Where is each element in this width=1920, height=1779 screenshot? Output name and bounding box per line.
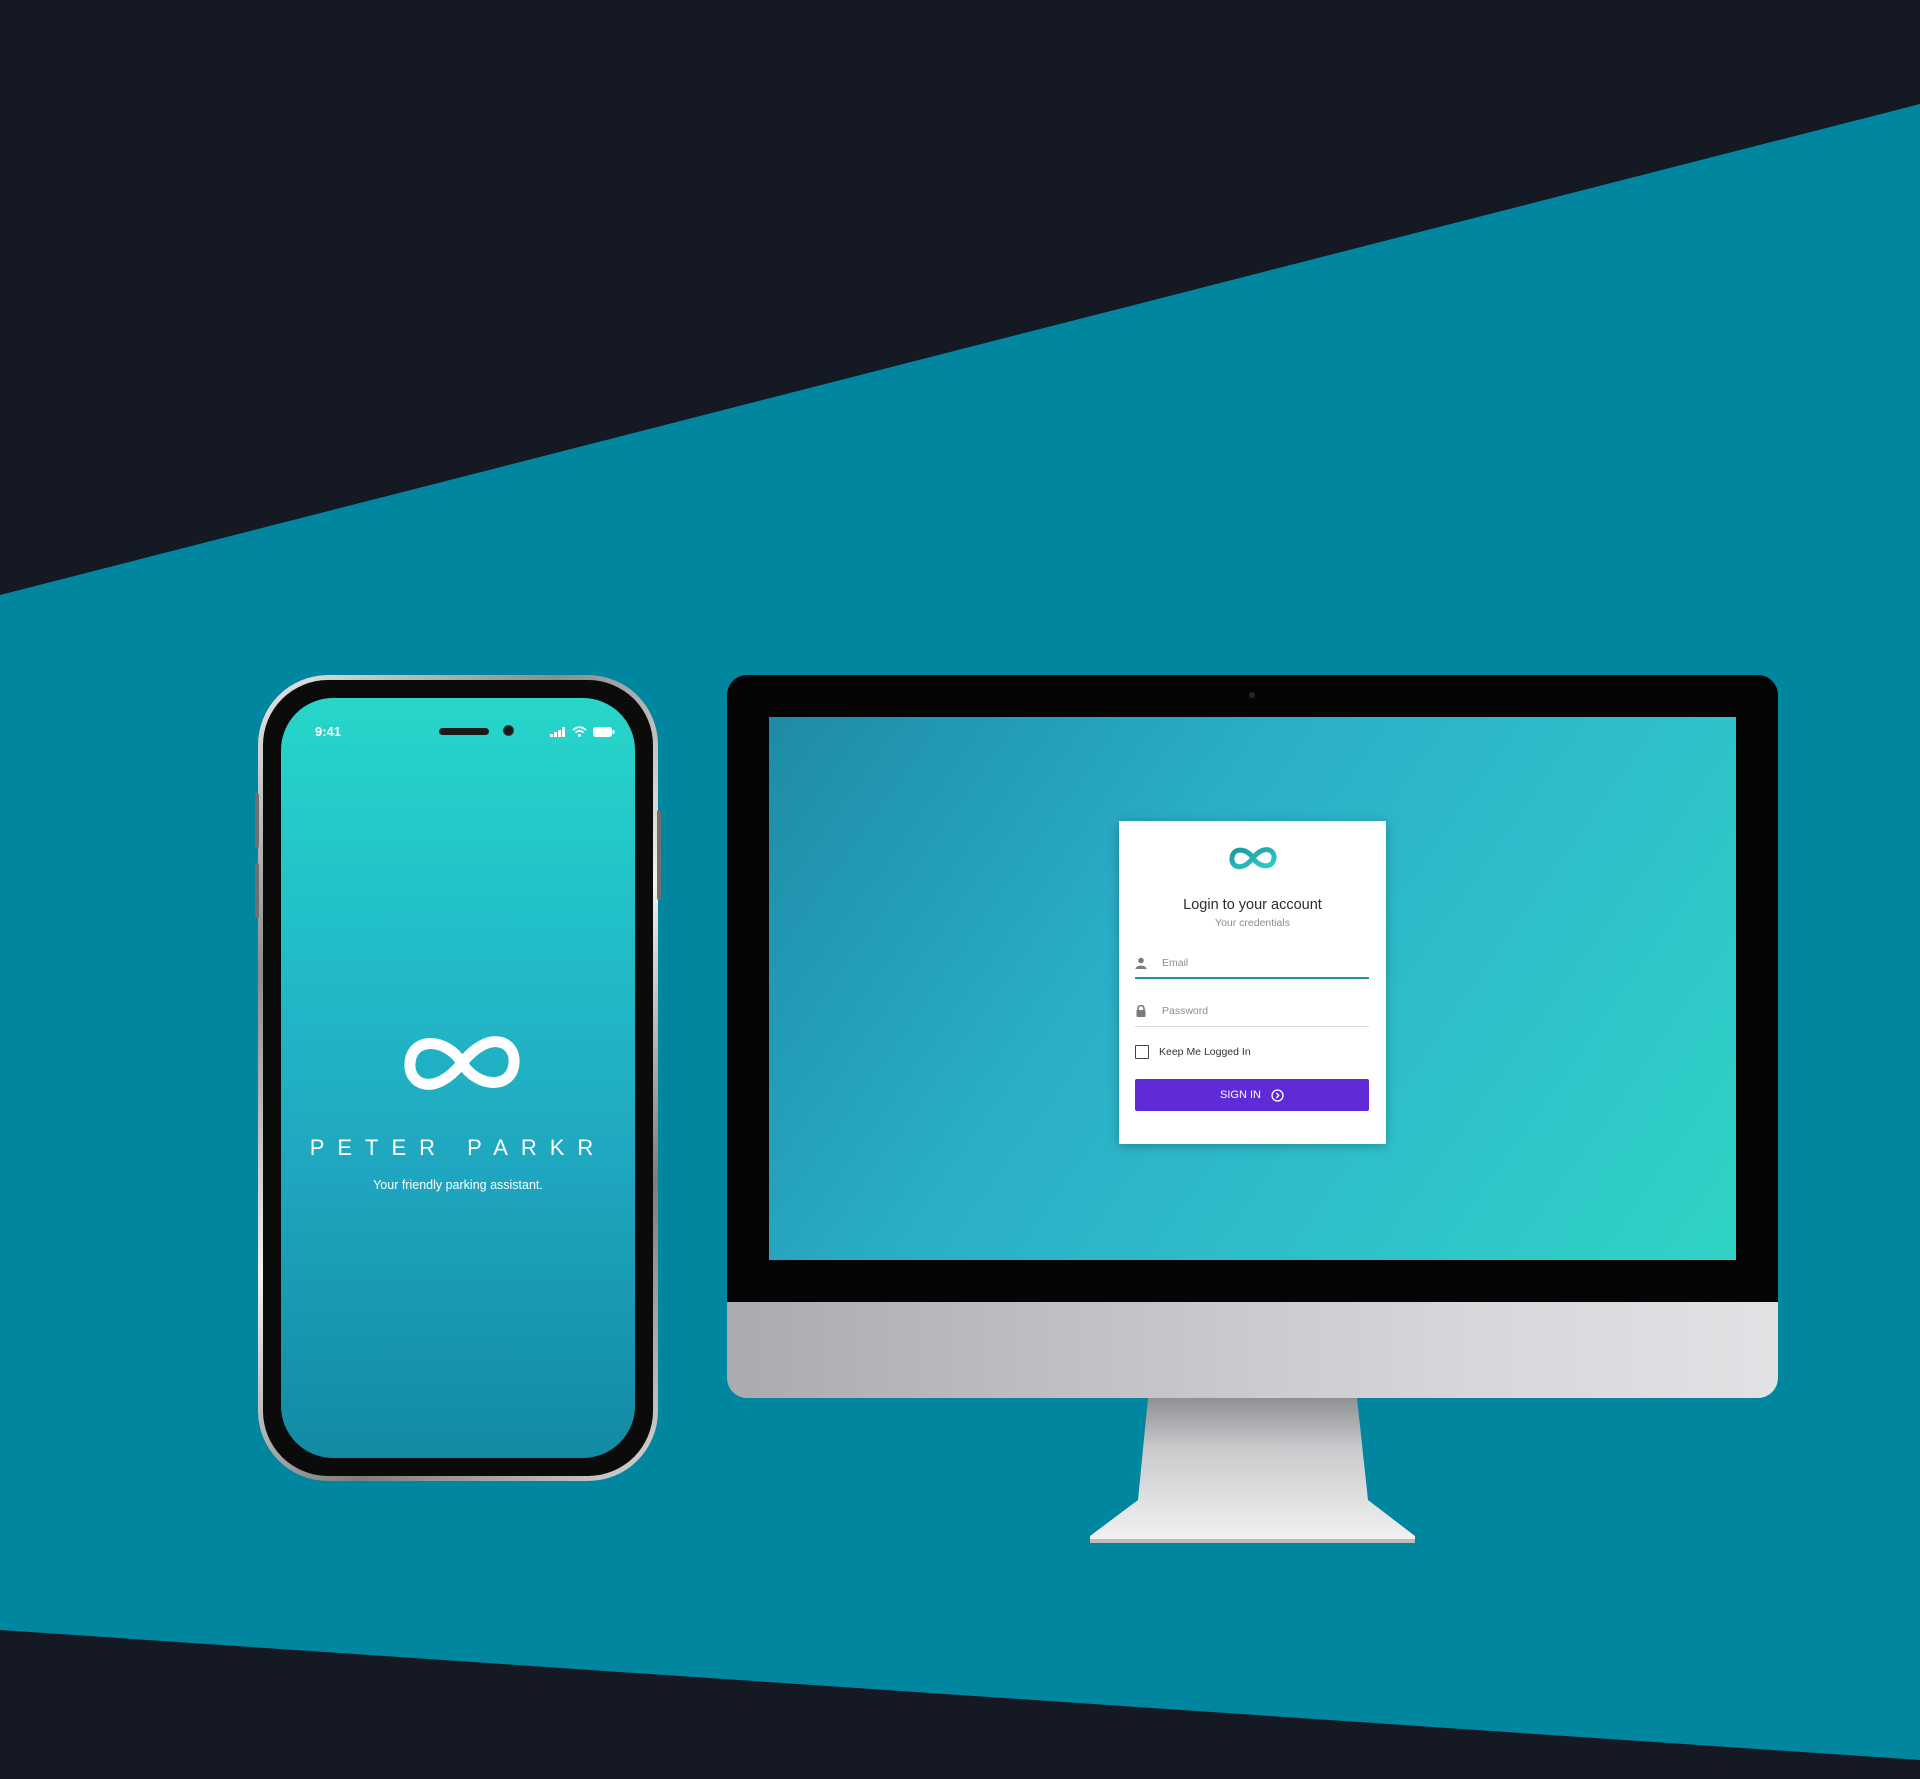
monitor-chin [727,1302,1778,1398]
status-time: 9:41 [315,724,342,739]
monitor-mockup: Login to your account Your credentials E… [727,675,1778,1398]
lock-icon [1136,1005,1146,1017]
password-field[interactable] [1135,997,1369,1027]
password-underline [1135,1026,1369,1027]
monitor-stand [1090,1398,1415,1543]
wifi-icon [572,726,587,737]
keep-logged-in-label: Keep Me Logged In [1159,1046,1251,1058]
signal-icon [550,727,565,737]
infinity-logo-icon [404,1036,520,1090]
phone-bezel: 9:41 PETER PARKR Your friendly parking a… [263,680,653,1476]
login-title: Login to your account [1183,897,1322,913]
phone-speaker [439,728,489,735]
password-input[interactable] [1162,1001,1362,1021]
brand-name: PETER PARKR [309,1135,607,1160]
phone-volume-up-button [255,793,259,848]
monitor-bezel: Login to your account Your credentials E… [727,675,1778,1302]
phone-power-button [657,810,661,900]
sign-in-label: SIGN IN [1220,1089,1261,1101]
phone-splash-screen: 9:41 PETER PARKR Your friendly parking a… [281,698,635,1458]
keep-logged-in-checkbox[interactable] [1135,1045,1149,1059]
infinity-logo-icon [1229,847,1277,870]
user-icon [1135,957,1147,969]
login-card: Login to your account Your credentials E… [1119,821,1386,1144]
monitor-screen: Login to your account Your credentials E… [769,717,1736,1260]
battery-icon [593,727,615,737]
phone-front-camera [503,725,514,736]
email-underline [1135,977,1369,979]
sign-in-button[interactable]: SIGN IN [1135,1079,1369,1111]
webcam [1249,692,1255,698]
phone-mockup: 9:41 PETER PARKR Your friendly parking a… [255,675,661,1481]
phone-volume-down-button [255,863,259,918]
tagline: Your friendly parking assistant. [373,1178,543,1192]
status-icons [550,726,615,737]
arrow-circle-right-icon [1271,1088,1284,1102]
login-subtitle: Your credentials [1215,917,1290,929]
email-input[interactable] [1162,953,1362,973]
email-field[interactable] [1135,949,1369,979]
keep-logged-in-row[interactable]: Keep Me Logged In [1135,1043,1251,1061]
